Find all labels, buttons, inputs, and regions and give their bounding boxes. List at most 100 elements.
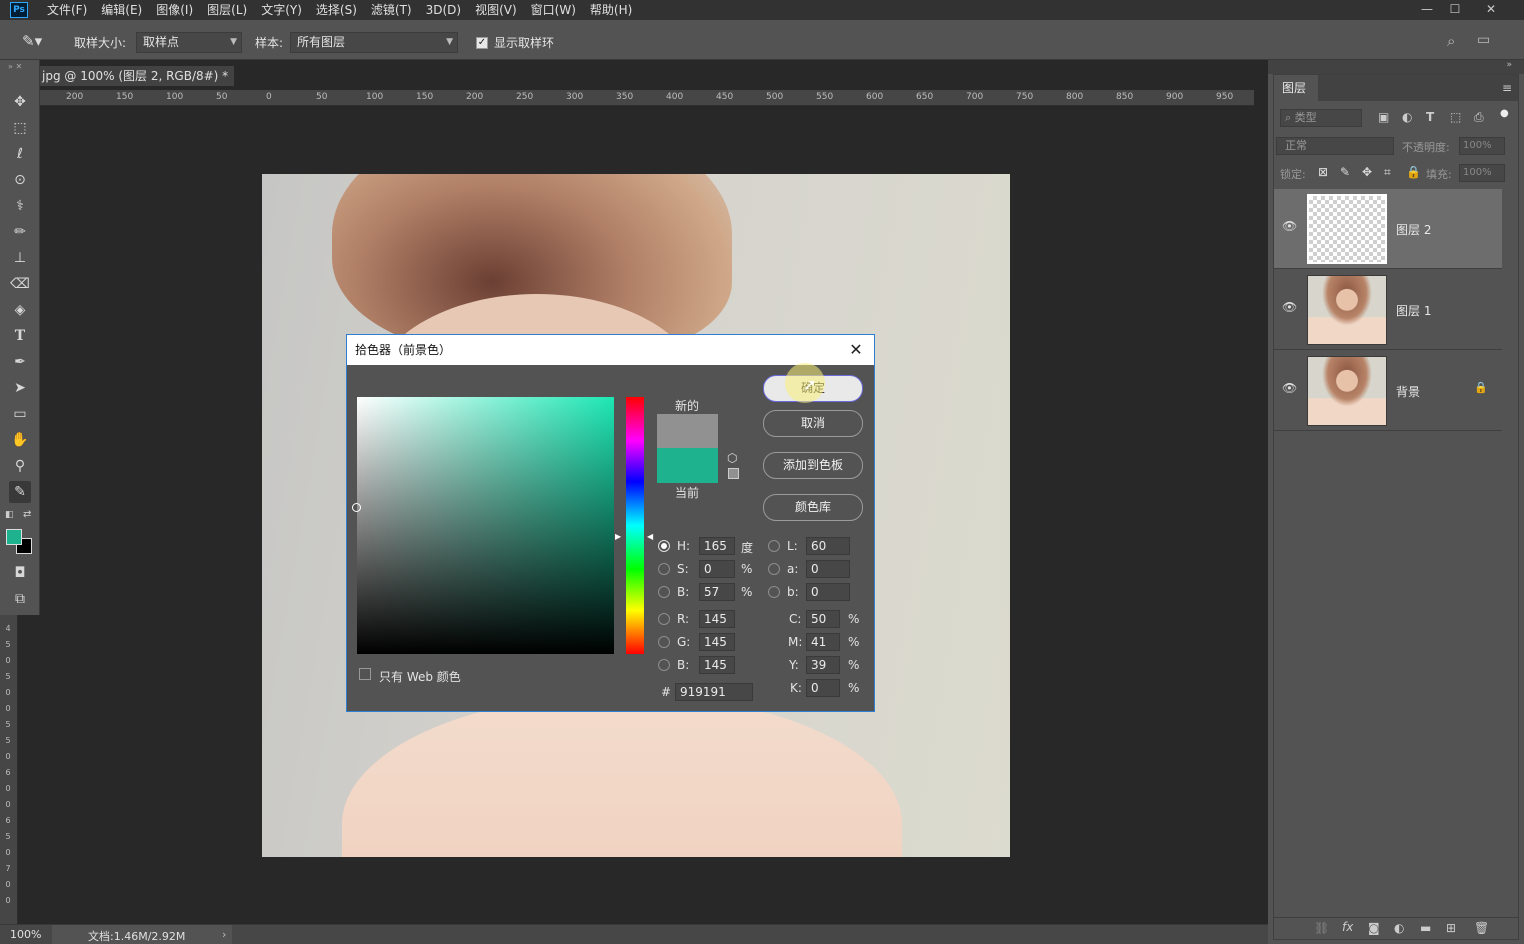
expand-panels-icon[interactable]: »: [1506, 60, 1512, 70]
eye-icon[interactable]: 👁: [1282, 381, 1297, 395]
l-radio[interactable]: [768, 540, 780, 552]
brush-icon[interactable]: ✏: [9, 221, 31, 243]
lab-b-field[interactable]: 0: [806, 583, 850, 601]
y-field[interactable]: 39: [806, 656, 840, 674]
healing-icon[interactable]: ⚕: [9, 195, 31, 217]
r-radio[interactable]: [658, 613, 670, 625]
collapse-icon[interactable]: » ✕: [8, 62, 22, 71]
c-field[interactable]: 50: [806, 610, 840, 628]
status-menu-arrow-icon[interactable]: ›: [222, 928, 226, 941]
fx-icon[interactable]: fx: [1342, 920, 1353, 934]
g-field[interactable]: 145: [699, 633, 735, 651]
menu-file[interactable]: 文件(F): [40, 0, 94, 20]
h-field[interactable]: 165: [699, 537, 735, 555]
a-radio[interactable]: [768, 563, 780, 575]
pen-icon[interactable]: ✒: [9, 351, 31, 373]
eraser-icon[interactable]: ⌫: [9, 273, 31, 295]
fill-field[interactable]: 100%: [1459, 164, 1505, 182]
lock-all-icon[interactable]: 🔒: [1406, 165, 1421, 179]
vertical-ruler[interactable]: 4 5 0 5 0 0 5 5 0 6 0 0 6 5 0 7 0 0: [0, 615, 18, 924]
menu-help[interactable]: 帮助(H): [583, 0, 639, 20]
search-icon[interactable]: ⌕: [1447, 32, 1455, 50]
web-only-checkbox[interactable]: [359, 668, 371, 680]
hue-slider[interactable]: [626, 397, 644, 654]
current-color-swatch[interactable]: [657, 448, 718, 483]
layer-name[interactable]: 背景: [1396, 383, 1420, 400]
link-layers-icon[interactable]: ⛓: [1314, 921, 1329, 935]
g-radio[interactable]: [658, 636, 670, 648]
layer-row[interactable]: 👁 背景 🔒: [1274, 351, 1502, 431]
opacity-field[interactable]: 100%: [1459, 137, 1505, 155]
hex-field[interactable]: 919191: [675, 683, 753, 701]
swap-colors-icon[interactable]: ⇄: [23, 509, 31, 520]
stamp-icon[interactable]: ⊥: [9, 247, 31, 269]
sample-size-select[interactable]: 取样点 ▼: [136, 32, 242, 53]
default-colors-icon[interactable]: ◧: [5, 510, 14, 520]
minimize-icon[interactable]: —: [1414, 0, 1440, 20]
menu-type[interactable]: 文字(Y): [254, 0, 309, 20]
web-safe-swatch-icon[interactable]: [728, 468, 739, 479]
workspace-icon[interactable]: ▭: [1477, 32, 1490, 48]
lock-icon[interactable]: 🔒: [1474, 381, 1488, 394]
panel-menu-icon[interactable]: ≡: [1502, 81, 1512, 95]
blue-field[interactable]: 145: [699, 656, 735, 674]
menu-filter[interactable]: 滤镜(T): [364, 0, 419, 20]
eye-icon[interactable]: 👁: [1282, 219, 1297, 233]
eye-icon[interactable]: 👁: [1282, 300, 1297, 314]
horizontal-ruler[interactable]: 200 150 100 50 0 50 100 150 200 250 300 350 400 450 50…: [40, 90, 1254, 106]
trash-icon[interactable]: 🗑: [1474, 921, 1489, 935]
r-field[interactable]: 145: [699, 610, 735, 628]
layer-filter-select[interactable]: ⌕ 类型: [1280, 109, 1362, 127]
blend-mode-select[interactable]: 正常: [1276, 137, 1394, 155]
h-radio[interactable]: [658, 540, 670, 552]
lock-pixels-icon[interactable]: ✎: [1340, 165, 1350, 179]
close-icon[interactable]: ✕: [846, 335, 866, 365]
rectangle-icon[interactable]: ▭: [9, 403, 31, 425]
show-ring-checkbox[interactable]: ✓: [476, 37, 488, 49]
zoom-level[interactable]: 100%: [10, 928, 41, 941]
filter-toggle-icon[interactable]: ●: [1500, 108, 1509, 119]
quick-mask-icon[interactable]: ◘: [9, 562, 31, 584]
layer-row[interactable]: 👁 图层 2: [1274, 189, 1502, 269]
saturation-brightness-field[interactable]: [352, 397, 614, 654]
lab-b-radio[interactable]: [768, 586, 780, 598]
zoom-icon[interactable]: ⚲: [9, 455, 31, 477]
lock-position-icon[interactable]: ✥: [1362, 165, 1372, 179]
layer-row[interactable]: 👁 图层 1: [1274, 270, 1502, 350]
panel-collapse-bar[interactable]: »: [1268, 60, 1524, 74]
move-icon[interactable]: ✥: [9, 91, 31, 113]
type-icon[interactable]: T: [9, 325, 31, 347]
k-field[interactable]: 0: [806, 679, 840, 697]
filter-smart-icon[interactable]: ⎙: [1474, 110, 1484, 125]
layer-name[interactable]: 图层 1: [1396, 302, 1431, 319]
filter-type-icon[interactable]: T: [1426, 110, 1434, 124]
lasso-icon[interactable]: ℓ: [9, 143, 31, 165]
new-layer-icon[interactable]: ⊞: [1446, 921, 1456, 935]
lock-artboard-icon[interactable]: ⌗: [1384, 165, 1391, 180]
document-tab[interactable]: jpg @ 100% (图层 2, RGB/8#) * ✕: [40, 66, 234, 103]
lock-transparent-icon[interactable]: ⊠: [1318, 165, 1328, 179]
gamut-cube-icon[interactable]: ⬡: [727, 451, 737, 465]
brightness-field[interactable]: 57: [699, 583, 735, 601]
eyedropper-preset-icon[interactable]: ✎▾: [22, 32, 42, 50]
filter-image-icon[interactable]: ▣: [1378, 110, 1389, 124]
add-to-swatches-button[interactable]: 添加到色板: [763, 452, 863, 479]
layers-tab[interactable]: 图层: [1274, 75, 1318, 101]
cancel-button[interactable]: 取消: [763, 410, 863, 437]
menu-layer[interactable]: 图层(L): [200, 0, 254, 20]
filter-shape-icon[interactable]: ⬚: [1450, 110, 1461, 124]
add-mask-icon[interactable]: ◙: [1368, 921, 1380, 935]
color-marker[interactable]: [352, 503, 361, 512]
layer-name[interactable]: 图层 2: [1396, 221, 1431, 238]
menu-image[interactable]: 图像(I): [149, 0, 200, 20]
hue-arrow-left-icon[interactable]: ▶: [615, 532, 621, 541]
hand-icon[interactable]: ✋: [9, 429, 31, 451]
filter-adjustment-icon[interactable]: ◐: [1402, 110, 1412, 124]
marquee-icon[interactable]: ⬚: [9, 117, 31, 139]
blue-radio[interactable]: [658, 659, 670, 671]
adjustment-layer-icon[interactable]: ◐: [1394, 921, 1404, 935]
photoshop-logo-icon[interactable]: Ps: [10, 2, 28, 18]
eyedropper-icon[interactable]: ✎: [9, 481, 31, 503]
a-field[interactable]: 0: [806, 560, 850, 578]
l-field[interactable]: 60: [806, 537, 850, 555]
